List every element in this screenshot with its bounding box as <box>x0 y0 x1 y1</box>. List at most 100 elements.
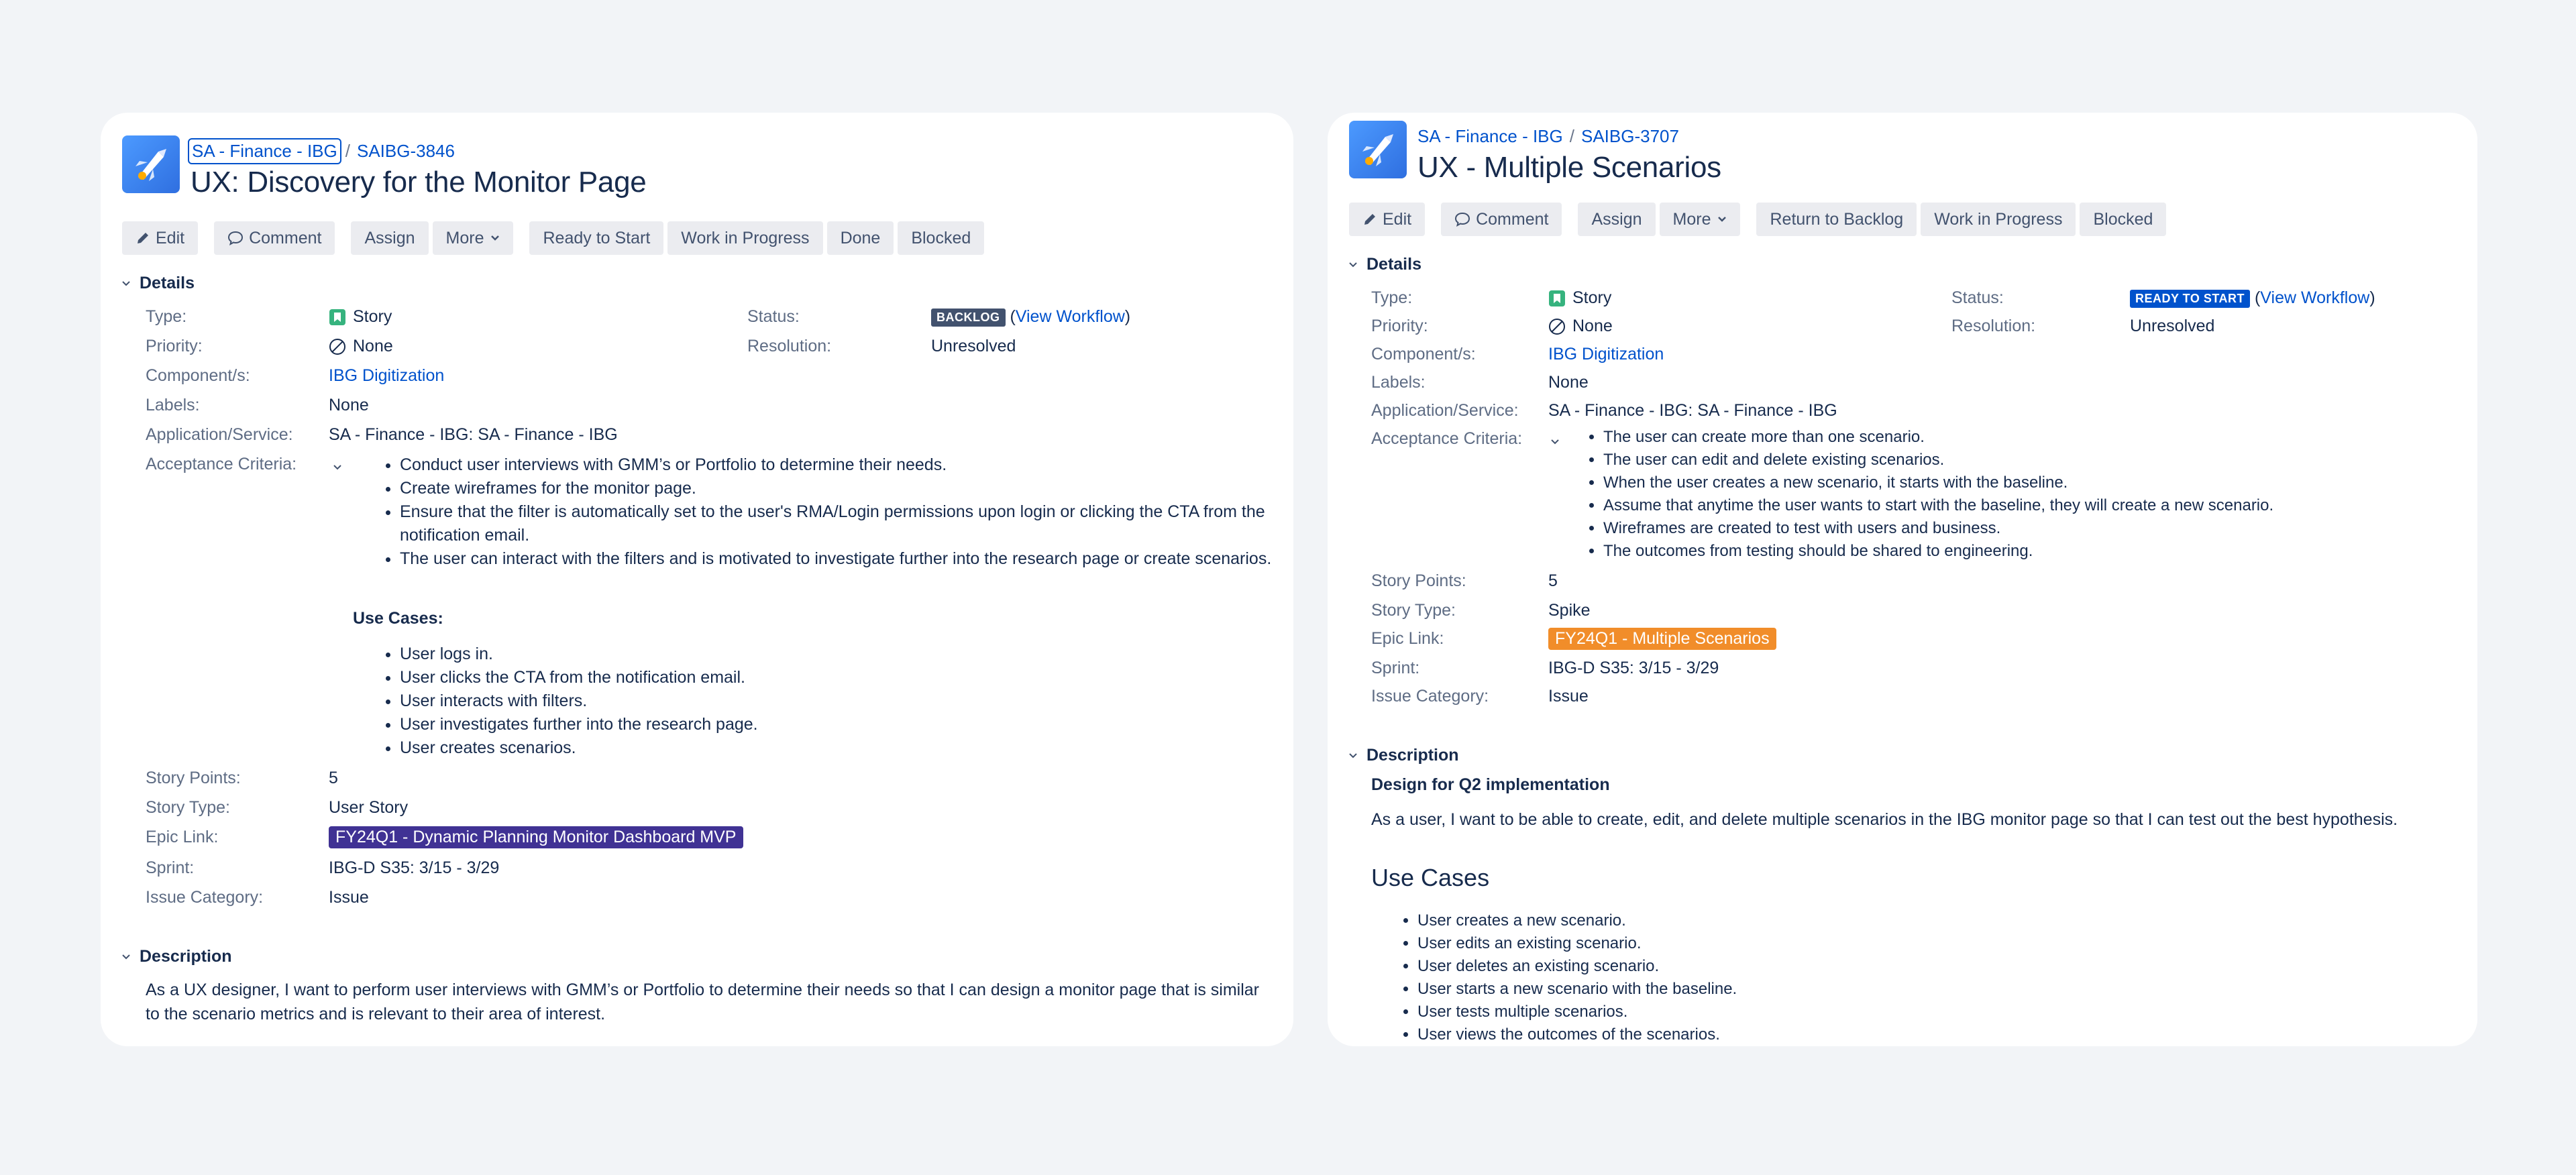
list-item: Wireframes are created to test with user… <box>1603 517 2462 540</box>
story-icon <box>1549 290 1565 306</box>
epic-link-lozenge[interactable]: FY24Q1 - Multiple Scenarios <box>1548 628 1776 650</box>
assign-button[interactable]: Assign <box>351 221 429 255</box>
view-workflow-link[interactable]: View Workflow <box>2260 288 2369 307</box>
components-link[interactable]: IBG Digitization <box>329 366 444 386</box>
status-label: Status: <box>1951 288 2004 307</box>
breadcrumb-issue-key-link[interactable]: SAIBG-3707 <box>1581 126 1679 147</box>
resolution-value: Unresolved <box>2130 317 2215 335</box>
epic-link-lozenge[interactable]: FY24Q1 - Dynamic Planning Monitor Dashbo… <box>329 826 743 848</box>
sprint-value: IBG-D S35: 3/15 - 3/29 <box>1548 659 1719 677</box>
story-points-value: 5 <box>1548 571 1558 590</box>
project-avatar-icon[interactable] <box>122 135 180 193</box>
breadcrumb: SA - Finance - IBG / SAIBG-3846 <box>188 138 646 164</box>
edit-button[interactable]: Edit <box>122 221 199 255</box>
more-button[interactable]: More <box>1659 203 1741 236</box>
description-section: Description <box>1348 746 1459 765</box>
breadcrumb-separator: / <box>1569 126 1574 146</box>
type-label: Type: <box>146 307 187 326</box>
more-button[interactable]: More <box>432 221 514 255</box>
description-section: Description <box>121 947 232 966</box>
edit-button[interactable]: Edit <box>1349 203 1426 236</box>
edit-button-label: Edit <box>156 228 185 247</box>
use-cases-list: User logs in. User clicks the CTA from t… <box>400 642 1285 760</box>
comment-button-label: Comment <box>249 228 322 247</box>
description-heading: Description <box>140 947 232 966</box>
description-toggle[interactable]: Description <box>1348 746 1459 765</box>
type-label: Type: <box>1371 288 1413 307</box>
list-item: Conduct user interviews with GMM’s or Po… <box>400 453 1285 477</box>
description-toggle[interactable]: Description <box>121 947 232 966</box>
breadcrumb-project-link[interactable]: SA - Finance - IBG <box>188 138 341 164</box>
labels-label: Labels: <box>146 396 200 414</box>
epic-link-label: Epic Link: <box>146 828 219 846</box>
list-item: The user can interact with the filters a… <box>400 547 1285 571</box>
story-type-label: Story Type: <box>1371 601 1456 620</box>
chevron-down-icon[interactable] <box>1550 437 1560 447</box>
issue-toolbar: Edit Comment Assign More Ready to Start … <box>122 221 988 255</box>
transition-blocked-button[interactable]: Blocked <box>898 221 985 255</box>
type-value-text: Story <box>1572 288 1612 307</box>
chevron-down-icon <box>491 235 500 241</box>
comment-button[interactable]: Comment <box>214 221 335 255</box>
chevron-down-icon[interactable] <box>332 463 343 472</box>
list-item: User interacts with filters. <box>400 689 1285 713</box>
status-lozenge: READY TO START <box>2130 289 2251 308</box>
more-button-label: More <box>1672 209 1711 229</box>
list-item: When the user creates a new scenario, it… <box>1603 471 2462 494</box>
components-label: Component/s: <box>1371 345 1476 363</box>
priority-value-text: None <box>1572 317 1613 335</box>
transition-work-in-progress-button[interactable]: Work in Progress <box>667 221 823 255</box>
components-label: Component/s: <box>146 366 250 385</box>
sprint-label: Sprint: <box>1371 659 1420 677</box>
status-value: BACKLOG (View Workflow) <box>931 307 1130 327</box>
list-item: User deletes an existing scenario. <box>1417 955 2424 978</box>
issue-toolbar: Edit Comment Assign More Return to Backl… <box>1349 203 2170 236</box>
labels-value: None <box>1548 373 1589 392</box>
breadcrumb-project-link[interactable]: SA - Finance - IBG <box>1417 126 1563 147</box>
type-value: Story <box>329 307 392 327</box>
project-avatar-icon[interactable] <box>1349 121 1407 178</box>
type-value-text: Story <box>353 307 392 326</box>
details-toggle[interactable]: Details <box>121 274 195 293</box>
acceptance-criteria-list: Conduct user interviews with GMM’s or Po… <box>400 453 1285 571</box>
type-value: Story <box>1548 288 1611 308</box>
list-item: User investigates further into the resea… <box>400 713 1285 736</box>
chevron-down-icon <box>122 280 130 286</box>
list-item: User edits an existing scenario. <box>1417 932 2424 955</box>
priority-value-text: None <box>353 337 393 355</box>
comment-icon <box>228 231 244 245</box>
resolution-label: Resolution: <box>747 337 832 355</box>
transition-return-to-backlog-button[interactable]: Return to Backlog <box>1756 203 1917 236</box>
list-item: User creates scenarios. <box>400 736 1285 760</box>
details-heading: Details <box>140 274 195 292</box>
components-link[interactable]: IBG Digitization <box>1548 345 1664 364</box>
story-icon <box>329 309 345 325</box>
list-item: The outcomes from testing should be shar… <box>1603 540 2462 563</box>
details-toggle[interactable]: Details <box>1348 255 1421 274</box>
chevron-down-icon <box>122 954 130 959</box>
transition-done-button[interactable]: Done <box>826 221 894 255</box>
acceptance-criteria-list: The user can create more than one scenar… <box>1603 426 2462 563</box>
priority-label: Priority: <box>146 337 203 355</box>
acceptance-criteria-label: Acceptance Criteria: <box>146 455 297 473</box>
chevron-down-icon <box>1349 262 1357 267</box>
priority-none-icon <box>1549 318 1565 335</box>
assign-button[interactable]: Assign <box>1578 203 1656 236</box>
transition-work-in-progress-button[interactable]: Work in Progress <box>1921 203 2076 236</box>
description-text: As a user, I want to be able to create, … <box>1371 810 2398 829</box>
more-button-label: More <box>445 228 484 247</box>
issue-panel-left: SA - Finance - IBG / SAIBG-3846 UX: Disc… <box>101 113 1293 1046</box>
comment-button[interactable]: Comment <box>1441 203 1562 236</box>
issue-category-label: Issue Category: <box>146 888 264 907</box>
issue-category-value: Issue <box>329 888 369 907</box>
app-service-value: SA - Finance - IBG: SA - Finance - IBG <box>1548 401 1837 420</box>
description-subheading: Design for Q2 implementation <box>1371 775 1610 794</box>
view-workflow-link[interactable]: View Workflow <box>1016 307 1125 326</box>
list-item: Create wireframes for the monitor page. <box>400 477 1285 500</box>
breadcrumb-issue-key-link[interactable]: SAIBG-3846 <box>357 141 455 162</box>
pencil-icon <box>1364 214 1375 225</box>
description-heading: Description <box>1366 746 1459 765</box>
transition-ready-to-start-button[interactable]: Ready to Start <box>529 221 664 255</box>
transition-blocked-button[interactable]: Blocked <box>2080 203 2167 236</box>
app-service-label: Application/Service: <box>1371 401 1519 420</box>
